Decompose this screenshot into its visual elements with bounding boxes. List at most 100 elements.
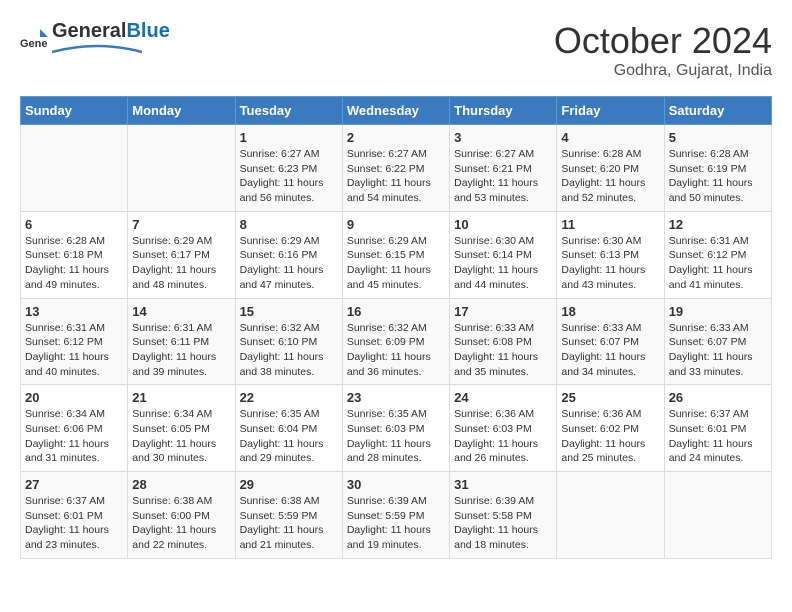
- week-row-2: 6 Sunrise: 6:28 AM Sunset: 6:18 PM Daylig…: [21, 211, 772, 298]
- day-cell: [557, 472, 664, 559]
- day-info: Sunrise: 6:33 AM Sunset: 6:07 PM Dayligh…: [561, 321, 659, 380]
- day-number: 27: [25, 477, 123, 492]
- day-cell: 23 Sunrise: 6:35 AM Sunset: 6:03 PM Dayli…: [342, 385, 449, 472]
- day-cell: 28Sunrise: 6:38 AM Sunset: 6:00 PM Dayli…: [128, 472, 235, 559]
- day-cell: 7 Sunrise: 6:29 AM Sunset: 6:17 PM Daylig…: [128, 211, 235, 298]
- col-header-sunday: Sunday: [21, 97, 128, 125]
- day-info: Sunrise: 6:28 AM Sunset: 6:19 PM Dayligh…: [669, 147, 767, 206]
- day-cell: 1 Sunrise: 6:27 AM Sunset: 6:23 PM Daylig…: [235, 125, 342, 212]
- day-cell: 26Sunrise: 6:37 AM Sunset: 6:01 PM Dayli…: [664, 385, 771, 472]
- day-info: Sunrise: 6:38 AM Sunset: 5:59 PM Dayligh…: [240, 494, 338, 553]
- logo-general: General: [52, 20, 126, 43]
- location-subtitle: Godhra, Gujarat, India: [554, 62, 772, 80]
- day-info: Sunrise: 6:36 AM Sunset: 6:03 PM Dayligh…: [454, 407, 552, 466]
- day-number: 1: [240, 130, 338, 145]
- day-cell: 5 Sunrise: 6:28 AM Sunset: 6:19 PM Daylig…: [664, 125, 771, 212]
- day-info: Sunrise: 6:28 AM Sunset: 6:20 PM Dayligh…: [561, 147, 659, 206]
- day-cell: 31 Sunrise: 6:39 AM Sunset: 5:58 PM Dayli…: [450, 472, 557, 559]
- day-number: 29: [240, 477, 338, 492]
- day-cell: 14 Sunrise: 6:31 AM Sunset: 6:11 PM Dayli…: [128, 298, 235, 385]
- col-header-saturday: Saturday: [664, 97, 771, 125]
- day-cell: 22Sunrise: 6:35 AM Sunset: 6:04 PM Dayli…: [235, 385, 342, 472]
- col-header-friday: Friday: [557, 97, 664, 125]
- day-info: Sunrise: 6:39 AM Sunset: 5:58 PM Dayligh…: [454, 494, 552, 553]
- day-number: 10: [454, 217, 552, 232]
- day-number: 7: [132, 217, 230, 232]
- col-header-thursday: Thursday: [450, 97, 557, 125]
- day-cell: 29 Sunrise: 6:38 AM Sunset: 5:59 PM Dayli…: [235, 472, 342, 559]
- logo: General GeneralBlue: [20, 20, 170, 61]
- day-number: 18: [561, 304, 659, 319]
- day-cell: [128, 125, 235, 212]
- logo-swoosh: [52, 44, 142, 56]
- day-info: Sunrise: 6:29 AM Sunset: 6:16 PM Dayligh…: [240, 234, 338, 293]
- day-cell: 6 Sunrise: 6:28 AM Sunset: 6:18 PM Daylig…: [21, 211, 128, 298]
- day-info: Sunrise: 6:30 AM Sunset: 6:14 PM Dayligh…: [454, 234, 552, 293]
- day-cell: [664, 472, 771, 559]
- week-row-1: 1 Sunrise: 6:27 AM Sunset: 6:23 PM Daylig…: [21, 125, 772, 212]
- day-number: 15: [240, 304, 338, 319]
- page-header: General GeneralBlue October 2024 Godhra,…: [20, 20, 772, 80]
- week-row-4: 20 Sunrise: 6:34 AM Sunset: 6:06 PM Dayli…: [21, 385, 772, 472]
- day-cell: 25 Sunrise: 6:36 AM Sunset: 6:02 PM Dayli…: [557, 385, 664, 472]
- day-info: Sunrise: 6:31 AM Sunset: 6:11 PM Dayligh…: [132, 321, 230, 380]
- day-info: Sunrise: 6:28 AM Sunset: 6:18 PM Dayligh…: [25, 234, 123, 293]
- day-info: Sunrise: 6:29 AM Sunset: 6:15 PM Dayligh…: [347, 234, 445, 293]
- day-number: 9: [347, 217, 445, 232]
- day-number: 13: [25, 304, 123, 319]
- day-info: Sunrise: 6:32 AM Sunset: 6:10 PM Dayligh…: [240, 321, 338, 380]
- week-row-3: 13 Sunrise: 6:31 AM Sunset: 6:12 PM Dayli…: [21, 298, 772, 385]
- day-cell: 10 Sunrise: 6:30 AM Sunset: 6:14 PM Dayli…: [450, 211, 557, 298]
- day-number: 19: [669, 304, 767, 319]
- svg-text:General: General: [20, 38, 48, 50]
- day-cell: 8 Sunrise: 6:29 AM Sunset: 6:16 PM Daylig…: [235, 211, 342, 298]
- calendar-table: SundayMondayTuesdayWednesdayThursdayFrid…: [20, 96, 772, 559]
- day-info: Sunrise: 6:31 AM Sunset: 6:12 PM Dayligh…: [25, 321, 123, 380]
- day-cell: [21, 125, 128, 212]
- day-info: Sunrise: 6:36 AM Sunset: 6:02 PM Dayligh…: [561, 407, 659, 466]
- title-area: October 2024 Godhra, Gujarat, India: [554, 20, 772, 80]
- day-number: 3: [454, 130, 552, 145]
- day-cell: 18 Sunrise: 6:33 AM Sunset: 6:07 PM Dayli…: [557, 298, 664, 385]
- day-info: Sunrise: 6:32 AM Sunset: 6:09 PM Dayligh…: [347, 321, 445, 380]
- day-cell: 20 Sunrise: 6:34 AM Sunset: 6:06 PM Dayli…: [21, 385, 128, 472]
- day-number: 17: [454, 304, 552, 319]
- col-header-tuesday: Tuesday: [235, 97, 342, 125]
- day-number: 23: [347, 390, 445, 405]
- logo-blue: Blue: [126, 20, 169, 43]
- day-number: 31: [454, 477, 552, 492]
- logo-icon: General: [20, 27, 48, 55]
- day-number: 21: [132, 390, 230, 405]
- day-number: 16: [347, 304, 445, 319]
- week-row-5: 27 Sunrise: 6:37 AM Sunset: 6:01 PM Dayli…: [21, 472, 772, 559]
- day-number: 6: [25, 217, 123, 232]
- day-info: Sunrise: 6:29 AM Sunset: 6:17 PM Dayligh…: [132, 234, 230, 293]
- day-info: Sunrise: 6:37 AM Sunset: 6:01 PM Dayligh…: [25, 494, 123, 553]
- day-info: Sunrise: 6:33 AM Sunset: 6:07 PM Dayligh…: [669, 321, 767, 380]
- day-number: 20: [25, 390, 123, 405]
- day-info: Sunrise: 6:27 AM Sunset: 6:22 PM Dayligh…: [347, 147, 445, 206]
- day-info: Sunrise: 6:27 AM Sunset: 6:23 PM Dayligh…: [240, 147, 338, 206]
- month-title: October 2024: [554, 20, 772, 62]
- day-number: 12: [669, 217, 767, 232]
- day-cell: 3 Sunrise: 6:27 AM Sunset: 6:21 PM Daylig…: [450, 125, 557, 212]
- day-info: Sunrise: 6:33 AM Sunset: 6:08 PM Dayligh…: [454, 321, 552, 380]
- day-number: 25: [561, 390, 659, 405]
- day-cell: 12Sunrise: 6:31 AM Sunset: 6:12 PM Dayli…: [664, 211, 771, 298]
- day-info: Sunrise: 6:37 AM Sunset: 6:01 PM Dayligh…: [669, 407, 767, 466]
- day-number: 11: [561, 217, 659, 232]
- day-info: Sunrise: 6:34 AM Sunset: 6:06 PM Dayligh…: [25, 407, 123, 466]
- day-cell: 13 Sunrise: 6:31 AM Sunset: 6:12 PM Dayli…: [21, 298, 128, 385]
- day-number: 4: [561, 130, 659, 145]
- day-number: 24: [454, 390, 552, 405]
- day-number: 28: [132, 477, 230, 492]
- day-number: 8: [240, 217, 338, 232]
- day-number: 5: [669, 130, 767, 145]
- day-number: 14: [132, 304, 230, 319]
- calendar-header-row: SundayMondayTuesdayWednesdayThursdayFrid…: [21, 97, 772, 125]
- day-info: Sunrise: 6:35 AM Sunset: 6:03 PM Dayligh…: [347, 407, 445, 466]
- day-cell: 17 Sunrise: 6:33 AM Sunset: 6:08 PM Dayli…: [450, 298, 557, 385]
- day-info: Sunrise: 6:27 AM Sunset: 6:21 PM Dayligh…: [454, 147, 552, 206]
- day-info: Sunrise: 6:35 AM Sunset: 6:04 PM Dayligh…: [240, 407, 338, 466]
- day-info: Sunrise: 6:30 AM Sunset: 6:13 PM Dayligh…: [561, 234, 659, 293]
